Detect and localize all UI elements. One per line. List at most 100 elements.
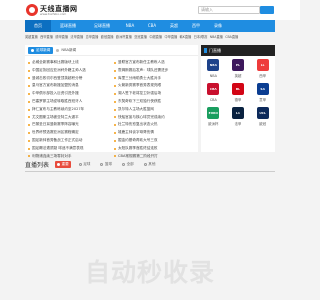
search-input[interactable]: 请输入 (198, 6, 260, 14)
filter-0[interactable]: 重要 (55, 160, 71, 168)
bullet-icon (28, 147, 30, 150)
subnav-link[interactable]: 英超直播 (25, 33, 38, 42)
league-6[interactable]: EURO 欧洲杯 (201, 107, 226, 130)
league-name: 西甲 (259, 74, 267, 78)
subnav-link[interactable]: 亚冠直播 (134, 33, 147, 42)
subnav-link[interactable]: 欧冠直播 (101, 33, 114, 42)
logo-text: 天线直播网 www.txzhibo.com (40, 5, 78, 16)
news-item[interactable]: 中国足协回应亚洲杯外籍主帅人选 (28, 67, 113, 75)
news-item[interactable]: 曼城击败切尔西登顶英超积分榜 (28, 75, 113, 83)
news-item[interactable]: 詹姆斯赛后发声：球队还需进步 (114, 67, 199, 75)
subnav-link[interactable]: 法甲直播 (70, 33, 83, 42)
bullet-icon (28, 93, 30, 96)
hot-leagues-header: 门直播 (201, 45, 275, 56)
tab-label: 足球新闻 (36, 47, 51, 52)
subnav-link[interactable]: NBA直播 (210, 33, 223, 42)
news-item[interactable]: 掘金约基奇再砍大号三双 (114, 137, 199, 145)
filter-2[interactable]: 篮球 (98, 161, 114, 168)
news-item[interactable]: 凯尔特人主场大胜篮网 (114, 106, 199, 114)
bullet-icon (114, 139, 116, 142)
filter-label: 其他 (148, 161, 156, 166)
bullet-icon (114, 93, 116, 96)
league-grid: NBA NBA PL 英超 LL 西甲 CBA CBA BL 德甲 SA 意甲 EURO 欧洲杯 L1 法甲 U… (201, 56, 275, 130)
nav-item-6[interactable]: 西甲 (185, 20, 207, 32)
league-0[interactable]: NBA NBA (201, 59, 226, 82)
news-item[interactable]: 快船官宣与核心球员完成续约 (114, 114, 199, 122)
news-title: 拜仁宣布与主教练续约至2027年 (32, 106, 85, 111)
subnav-link[interactable]: 日本J联赛 (194, 33, 208, 42)
filter-1[interactable]: 足球 (77, 161, 93, 168)
bullet-icon (114, 85, 116, 88)
league-3[interactable]: CBA CBA (201, 83, 226, 106)
subnav-link[interactable]: 德甲直播 (55, 33, 68, 42)
news-item[interactable]: 太阳队赛季首胜终结连败 (114, 145, 199, 153)
subnav-link[interactable]: 西甲直播 (40, 33, 53, 42)
watermark-text: 自动秒收录 (84, 258, 215, 287)
subnav-link[interactable]: 中甲直播 (164, 33, 177, 42)
filter-label: 篮球 (104, 161, 113, 166)
news-title: 火箭新秀赛季首秀表现亮眼 (118, 83, 162, 88)
news-item[interactable]: 曼联官方宣布新任主教练人选 (114, 59, 199, 67)
bullet-icon (28, 124, 30, 127)
news-item[interactable]: 中甲俱乐部投入巨资引进外援 (28, 90, 113, 98)
tab-nba-news[interactable]: NBA新闻 (53, 47, 79, 54)
euro-logo: EURO (207, 107, 220, 119)
news-item[interactable]: 东契奇砍下三双独行侠获胜 (114, 98, 199, 106)
tab-football-news[interactable]: 足球新闻 (28, 46, 54, 54)
league-name: 英超 (234, 74, 242, 78)
nav-item-5[interactable]: 英超 (163, 20, 185, 32)
news-title: 国足踢法遭质疑 球迷不满意表现 (32, 145, 84, 150)
nav-item-1[interactable]: 篮球直播 (51, 20, 85, 32)
subnav-link[interactable]: 欧洲杯直播 (116, 33, 132, 42)
news-title: 詹姆斯赛后发声：球队还需进步 (118, 67, 169, 72)
league-5[interactable]: SA 意甲 (250, 83, 275, 106)
bullet-icon (114, 61, 116, 64)
league-4[interactable]: BL 德甲 (226, 83, 251, 106)
news-item[interactable]: 国足新帅首秀备战工作正式启动 (28, 137, 113, 145)
nav-item-7[interactable]: 录像 (207, 20, 229, 32)
league-name: 德甲 (234, 98, 242, 102)
news-title: 凯尔特人主场大胜篮网 (118, 106, 154, 111)
nav-item-0[interactable]: 首页 (25, 20, 51, 32)
filter-4[interactable]: 其他 (142, 161, 158, 168)
league-2[interactable]: LL 西甲 (250, 59, 275, 82)
subnav-link[interactable]: 韩K直播 (180, 33, 192, 42)
league-1[interactable]: PL 英超 (226, 59, 251, 82)
news-item[interactable]: 拜仁宣布与主教练续约至2027年 (28, 106, 113, 114)
subnav-link[interactable]: 意甲直播 (86, 33, 99, 42)
news-item[interactable]: 火箭新秀赛季首秀表现亮眼 (114, 82, 199, 90)
news-item[interactable]: 必威全新赛事和比赛版块上线 (28, 59, 113, 67)
subnav-link[interactable]: CBA直播 (225, 33, 238, 42)
nav-item-3[interactable]: NBA (119, 20, 141, 32)
news-title: 东契奇砍下三双独行侠获胜 (118, 98, 162, 103)
news-item[interactable]: 巴黎圣日耳曼新赛季阵容曝光 (28, 121, 113, 129)
subnav-link[interactable]: 中超直播 (149, 33, 162, 42)
nav-item-2[interactable]: 足球直播 (85, 20, 119, 32)
news-item[interactable]: 国足踢法遭质疑 球迷不满意表现 (28, 145, 113, 153)
news-item[interactable]: 巴塞罗那主场逆转取胜西班牙人 (28, 98, 113, 106)
logo-title: 天线直播网 (40, 3, 78, 13)
nba-logo: NBA (207, 59, 220, 71)
news-item[interactable]: 世界杯预选赛亚洲区赛程确定 (28, 129, 113, 137)
news-item[interactable]: 皇马官方宣布新援加盟的消息 (28, 82, 113, 90)
radio-icon (122, 162, 126, 166)
news-panel: 足球新闻 NBA新闻 必威全新赛事和比赛版块上线 曼联官方宣布新任主教练人选 中国足… (25, 45, 199, 158)
news-title: 世界杯预选赛亚洲区赛程确定 (32, 130, 79, 135)
news-item[interactable]: 库里三分雨助勇士大胜对手 (114, 75, 199, 83)
news-title: 雄鹿主帅谈字母哥伤情 (118, 130, 154, 135)
nav-item-4[interactable]: CBA (141, 20, 163, 32)
news-item[interactable]: 雄鹿主帅谈字母哥伤情 (114, 129, 199, 137)
league-8[interactable]: UCL 欧冠 (250, 107, 275, 130)
laliga-logo: LL (256, 59, 269, 71)
search-button[interactable] (260, 6, 274, 14)
site-logo[interactable]: 天线直播网 www.txzhibo.com (26, 3, 78, 17)
news-title: 湖人签下老将控卫补强后场 (118, 91, 162, 96)
filter-3[interactable]: 全部 (120, 161, 136, 168)
league-7[interactable]: L1 法甲 (226, 107, 251, 130)
news-item[interactable]: 尤文图斯主场被亚特兰大逼平 (28, 114, 113, 122)
bundesliga-logo: BL (231, 83, 244, 95)
ligue1-logo: L1 (231, 107, 244, 119)
news-item[interactable]: 杜兰特伤愈复出状态火热 (114, 121, 199, 129)
hot-leagues-panel: 门直播 NBA NBA PL 英超 LL 西甲 CBA CBA BL 德甲 SA 意甲 EURO 欧洲杯 L… (201, 45, 275, 152)
news-item[interactable]: 湖人签下老将控卫补强后场 (114, 90, 199, 98)
